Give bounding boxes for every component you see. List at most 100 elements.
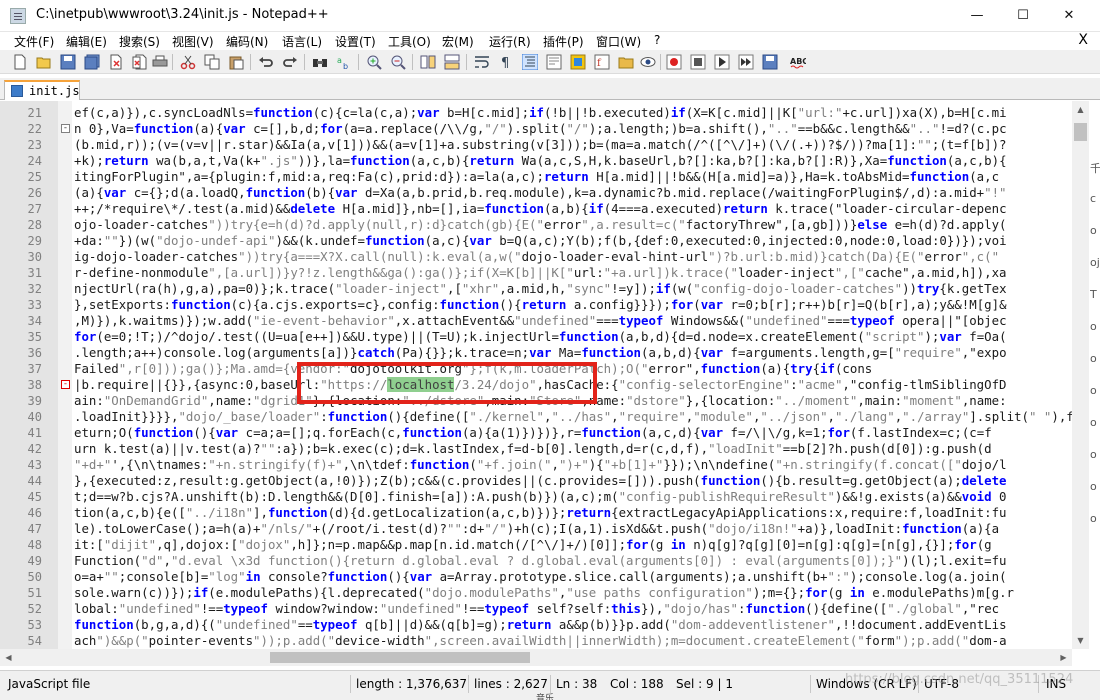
menu-window[interactable]: 窗口(W) [596,33,641,50]
close-button[interactable]: ✕ [1046,0,1092,32]
redo-icon[interactable] [282,54,298,70]
function-list-icon[interactable]: f [594,54,610,70]
record-macro-icon[interactable] [666,54,682,70]
menu-plugins[interactable]: 插件(P) [543,33,584,50]
monitoring-icon[interactable] [640,54,656,70]
replace-icon[interactable]: ab [336,54,352,70]
code-line[interactable]: 28 ojo-loader-catches"))try{e=h(d)?d.appl… [0,217,1072,233]
code-line[interactable]: 32 njectUrl(ra(h),g,a),pa=0)};k.trace("lo… [0,281,1072,297]
save-all-icon[interactable] [84,54,100,70]
scroll-right-icon[interactable]: ▶ [1055,649,1072,666]
play-macro-icon[interactable] [714,54,730,70]
maximize-button[interactable]: ☐ [1000,0,1046,32]
code-line[interactable]: 47 le).toLowerCase();a=h(a)+"/nls/"+(/roo… [0,521,1072,537]
menu-bar: 文件(F) 编辑(E) 搜索(S) 视图(V) 编码(N) 语言(L) 设置(T… [0,32,1100,50]
code-line[interactable]: 49 Function("d","d.eval \x3d function(){r… [0,553,1072,569]
vertical-scroll-thumb[interactable] [1074,123,1087,141]
code-line[interactable]: 44},{executed:z,result:g.getObject(a,!0)… [0,473,1072,489]
code-line[interactable]: 54 ach")&&p("pointer-events"));p.add("dev… [0,633,1072,649]
menu-run[interactable]: 运行(R) [489,33,531,50]
scroll-down-icon[interactable]: ▼ [1072,632,1089,649]
save-icon[interactable] [60,54,76,70]
code-line[interactable]: 34 ,M)}),k.waitms)});w.add("ie-event-beha… [0,313,1072,329]
code-line[interactable]: 36 .length;a++)console.log(arguments[a])}… [0,345,1072,361]
show-all-chars-icon[interactable]: ¶ [498,54,514,70]
code-text: },setExports:function(c){a.cjs.exports=c… [74,297,1007,312]
code-line[interactable]: 51 sole.warn(c))});if(e.modulePaths){l.de… [0,585,1072,601]
svg-text:a: a [337,56,342,65]
open-file-icon[interactable] [36,54,52,70]
code-line[interactable]: 26 (a){var c={};d(a.loadQ,function(b){var… [0,185,1072,201]
tab-bar: init.js [0,78,1100,100]
close-icon[interactable] [108,54,124,70]
code-line[interactable]: 43 "+d+"',{\n\tnames:"+n.stringify(f)+",\… [0,457,1072,473]
vertical-scrollbar[interactable]: ▲ ▼ [1072,101,1089,649]
menu-macro[interactable]: 宏(M) [442,33,474,50]
code-line[interactable]: 53 function(b,g,a,d){("undefined"==typeof… [0,617,1072,633]
copy-icon[interactable] [204,54,220,70]
close-all-icon[interactable] [132,54,148,70]
menu-edit[interactable]: 编辑(E) [66,33,107,50]
zoom-out-icon[interactable] [390,54,406,70]
minimize-button[interactable]: — [954,0,1000,32]
code-text: ef(c,a)}),c.syncLoadNls=function(c){c=la… [74,105,1007,120]
menu-search[interactable]: 搜索(S) [119,33,160,50]
paste-icon[interactable] [228,54,244,70]
horizontal-scrollbar[interactable]: ◀ ▶ [0,649,1072,666]
code-text: t;d==w?b.cjs?A.unshift(b):D.length&&(D[0… [74,489,1007,504]
peek-char: o [1090,448,1097,461]
find-icon[interactable] [312,54,328,70]
folder-workspace-icon[interactable] [618,54,634,70]
menu-encoding[interactable]: 编码(N) [226,33,268,50]
spell-check-icon[interactable]: ABC [790,54,806,70]
code-line[interactable]: 30 ig-dojo-loader-catches"))try{a===X?X.c… [0,249,1072,265]
code-line[interactable]: 24 +k);return wa(b,a,t,Va(k+".js"))},la=f… [0,153,1072,169]
play-multiple-icon[interactable] [738,54,754,70]
menu-tools[interactable]: 工具(O) [388,33,431,50]
scroll-up-icon[interactable]: ▲ [1072,101,1089,118]
scroll-left-icon[interactable]: ◀ [0,649,17,666]
code-line[interactable]: 25 itingForPlugin",a={plugin:f,mid:a,req:… [0,169,1072,185]
menu-language[interactable]: 语言(L) [282,33,322,50]
code-line[interactable]: 42 urn k.test(a)||v.test(a)?"":a});b=k.ex… [0,441,1072,457]
code-line[interactable]: 33},setExports:function(c){a.cjs.exports… [0,297,1072,313]
menu-file[interactable]: 文件(F) [14,33,54,50]
code-line[interactable]: 22 - n 0},Va=function(a){var c=[],b,d;for(… [0,121,1072,137]
save-macro-icon[interactable] [762,54,778,70]
code-line[interactable]: 23 (b.mid,r));(v=(v=v||r.star)&&Ia(a,v[1]… [0,137,1072,153]
horizontal-scroll-thumb[interactable] [270,652,530,663]
code-text: +da:""})(w("dojo-undef-api")&&(k.undef=f… [74,233,1007,248]
undo-icon[interactable] [258,54,274,70]
stop-record-icon[interactable] [690,54,706,70]
fold-toggle-icon[interactable]: - [61,380,70,389]
fold-toggle-icon[interactable]: - [61,124,70,133]
code-line[interactable]: 46 tion(a,c,b){e(["../i18n"],function(d){… [0,505,1072,521]
print-icon[interactable] [152,54,168,70]
menu-help[interactable]: ? [654,33,660,47]
zoom-in-icon[interactable] [366,54,382,70]
sync-vertical-icon[interactable] [420,54,436,70]
code-line[interactable]: 31 r-define-nonmodule",[a.url])}y?!z.leng… [0,265,1072,281]
code-line[interactable]: 41 eturn;O(function(){var c=a;a=[];q.forE… [0,425,1072,441]
menu-view[interactable]: 视图(V) [172,33,214,50]
new-file-icon[interactable] [12,54,28,70]
word-wrap-icon[interactable] [474,54,490,70]
code-line[interactable]: 48 it:["dijit",q],dojox:["dojox",h]};n=p.… [0,537,1072,553]
code-line[interactable]: 35 for(e=0;!T;)/^dojo/.test((U=ua[e++])&&… [0,329,1072,345]
code-line[interactable]: 50 o=a+"";console[b]="log"in console?func… [0,569,1072,585]
indent-guide-icon[interactable] [522,54,538,70]
code-line[interactable]: 40 .loadInit}}}},"dojo/_base/loader":func… [0,409,1072,425]
code-line[interactable]: 29 +da:""})(w("dojo-undef-api")&&(k.undef… [0,233,1072,249]
close-document-button[interactable]: X [1078,32,1088,48]
code-line[interactable]: 52 lobal:"undefined"!==typeof window?wind… [0,601,1072,617]
document-map-icon[interactable] [570,54,586,70]
cut-icon[interactable] [180,54,196,70]
menu-settings[interactable]: 设置(T) [335,33,376,50]
code-line[interactable]: 27 ++;/*require\*/.test(a.mid)&&delete H[… [0,201,1072,217]
define-language-icon[interactable] [546,54,562,70]
sync-horizontal-icon[interactable] [444,54,460,70]
tab-init-js[interactable]: init.js [4,80,80,100]
code-line[interactable]: 45 t;d==w?b.cjs?A.unshift(b):D.length&&(D… [0,489,1072,505]
line-number: 23 [27,138,42,152]
code-line[interactable]: 21 ef(c,a)}),c.syncLoadNls=function(c){c=… [0,105,1072,121]
